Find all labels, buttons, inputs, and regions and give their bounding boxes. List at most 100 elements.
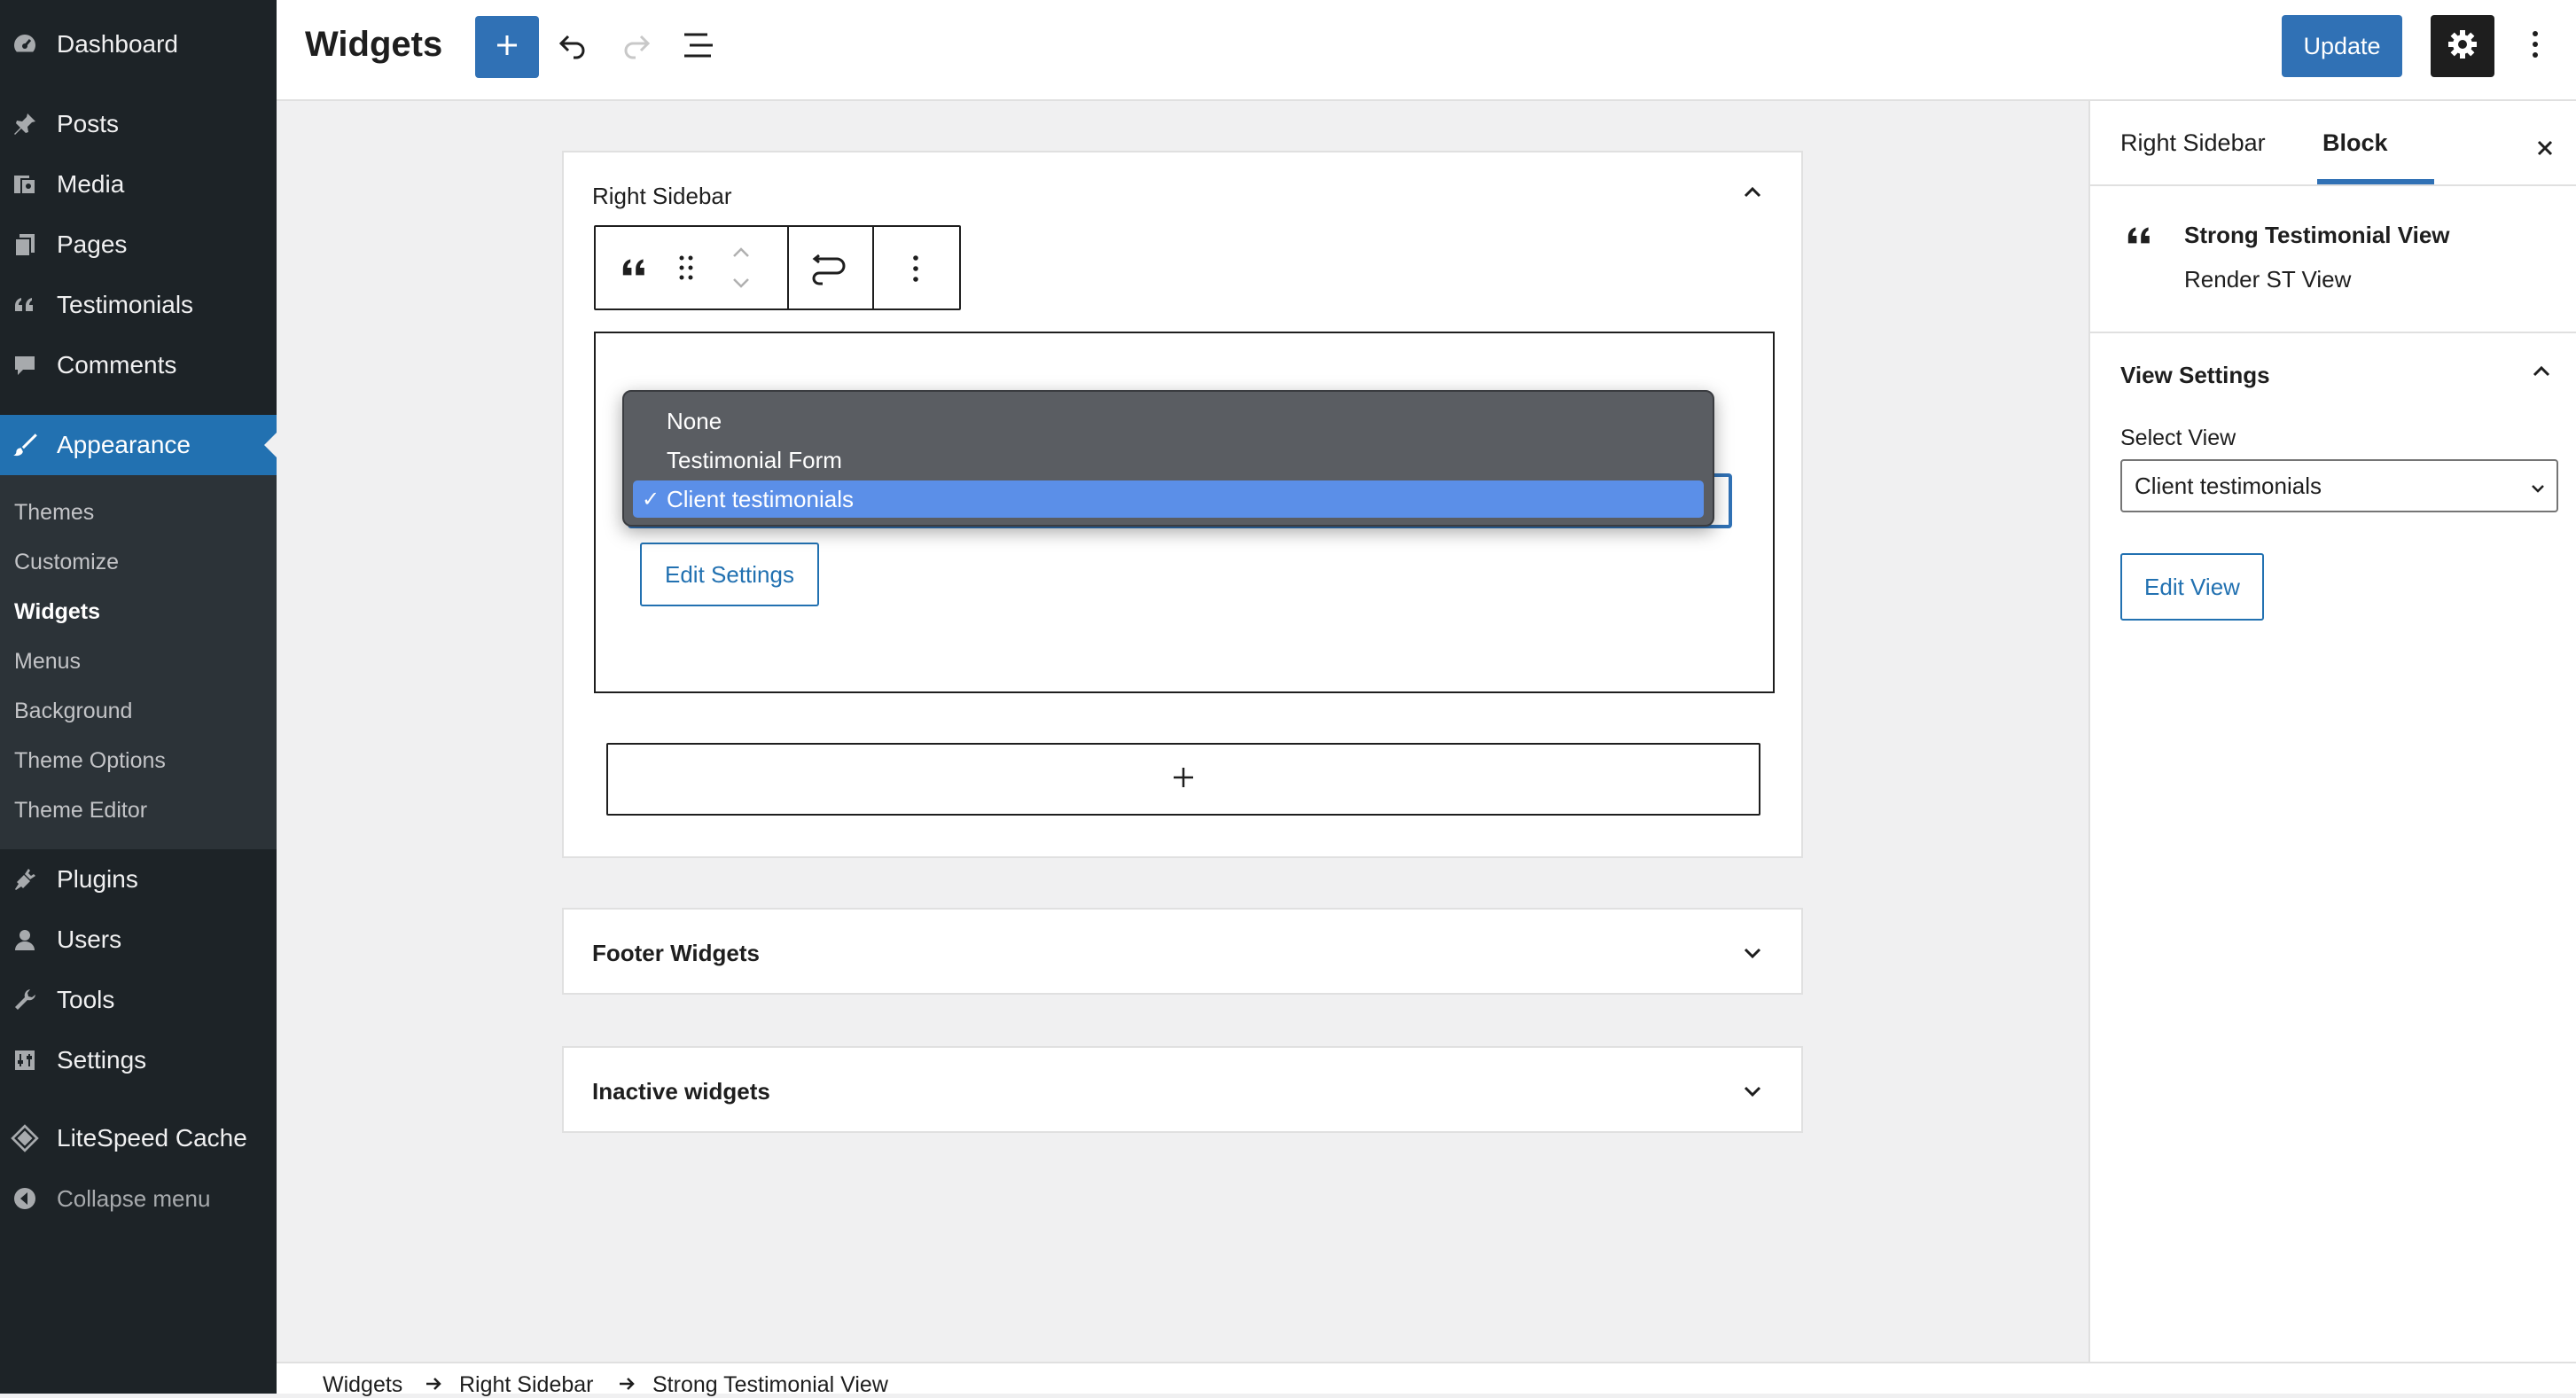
chevron-down-icon[interactable] xyxy=(1739,1078,1766,1105)
divider xyxy=(2090,332,2576,333)
dropdown-option-client-testimonials[interactable]: ✓ Client testimonials xyxy=(633,480,1704,518)
menu-item-litespeed-cache[interactable]: LiteSpeed Cache xyxy=(0,1112,277,1165)
drag-handle-icon[interactable] xyxy=(677,254,695,286)
tab-block[interactable]: Block xyxy=(2322,129,2388,174)
menu-item-users[interactable]: Users xyxy=(0,913,277,966)
gear-icon xyxy=(2447,28,2478,65)
redo-icon xyxy=(620,28,653,66)
submenu-item-customize[interactable]: Customize xyxy=(14,544,119,580)
option-label: None xyxy=(667,407,722,434)
menu-item-settings[interactable]: Settings xyxy=(0,1034,277,1087)
diamond-icon xyxy=(9,1122,41,1154)
comment-icon xyxy=(9,349,41,381)
menu-label: Users xyxy=(57,925,122,953)
menu-item-testimonials[interactable]: Testimonials xyxy=(0,278,277,332)
transform-icon[interactable] xyxy=(803,250,856,290)
menu-label: Comments xyxy=(57,351,177,379)
chevron-down-icon xyxy=(2528,477,2548,504)
pages-icon xyxy=(9,229,41,261)
view-settings-panel-title[interactable]: View Settings xyxy=(2120,362,2270,389)
submenu-item-theme-editor[interactable]: Theme Editor xyxy=(14,793,147,828)
chevron-up-icon[interactable] xyxy=(1739,179,1766,206)
appearance-submenu: Themes Customize Widgets Menus Backgroun… xyxy=(0,475,277,849)
menu-item-dashboard[interactable]: Dashboard xyxy=(0,18,277,71)
tab-right-sidebar[interactable]: Right Sidebar xyxy=(2120,129,2266,174)
chevron-up-icon[interactable] xyxy=(2528,358,2555,389)
quote-icon xyxy=(9,289,41,321)
submenu-item-background[interactable]: Background xyxy=(14,693,132,729)
arrow-right-icon xyxy=(617,1374,636,1394)
select-value: Client testimonials xyxy=(2135,472,2322,499)
user-icon xyxy=(9,924,41,956)
menu-label: Media xyxy=(57,170,125,198)
menu-label: Dashboard xyxy=(57,30,178,58)
close-icon[interactable] xyxy=(2530,133,2560,163)
update-button[interactable]: Update xyxy=(2282,15,2402,77)
edit-settings-button[interactable]: Edit Settings xyxy=(640,543,819,606)
dropdown-option-none[interactable]: None xyxy=(633,402,1704,440)
select-view-dropdown[interactable]: Client testimonials xyxy=(2120,459,2558,512)
menu-item-tools[interactable]: Tools xyxy=(0,973,277,1027)
menu-label: Collapse menu xyxy=(57,1184,211,1212)
widget-area-footer[interactable]: Footer Widgets xyxy=(562,908,1803,995)
breadcrumb-item-right-sidebar[interactable]: Right Sidebar xyxy=(459,1372,593,1398)
block-appender-button[interactable] xyxy=(606,743,1760,816)
block-options-kebab-icon[interactable] xyxy=(911,254,920,288)
page-title: Widgets xyxy=(305,25,443,64)
redo-button[interactable] xyxy=(605,16,668,78)
editor-header: Widgets Update xyxy=(277,0,2576,101)
menu-label: Posts xyxy=(57,110,120,137)
settings-toggle-button[interactable] xyxy=(2431,15,2494,77)
menu-label: LiteSpeed Cache xyxy=(57,1124,247,1152)
checkmark-icon: ✓ xyxy=(642,487,660,512)
menu-item-posts[interactable]: Posts xyxy=(0,98,277,151)
wrench-icon xyxy=(9,984,41,1016)
divider xyxy=(2090,184,2576,186)
menu-item-appearance[interactable]: Appearance xyxy=(0,415,277,475)
breadcrumb-item-widgets[interactable]: Widgets xyxy=(323,1372,402,1398)
block-card-description: Render ST View xyxy=(2184,266,2352,293)
plus-icon xyxy=(1170,764,1197,795)
menu-item-plugins[interactable]: Plugins xyxy=(0,853,277,906)
submenu-item-widgets[interactable]: Widgets xyxy=(14,594,100,629)
plugin-icon xyxy=(9,863,41,895)
undo-button[interactable] xyxy=(541,16,605,78)
quote-block-icon[interactable] xyxy=(619,252,651,288)
submenu-item-theme-options[interactable]: Theme Options xyxy=(14,743,166,778)
menu-item-comments[interactable]: Comments xyxy=(0,339,277,392)
collapse-menu-button[interactable]: Collapse menu xyxy=(0,1172,277,1225)
list-view-button[interactable] xyxy=(667,16,730,78)
block-card-title: Strong Testimonial View xyxy=(2184,222,2450,248)
undo-icon xyxy=(556,28,589,66)
menu-label: Appearance xyxy=(57,431,191,458)
widget-area-title: Right Sidebar xyxy=(592,183,732,209)
edit-view-button[interactable]: Edit View xyxy=(2120,553,2264,621)
chevron-down-icon[interactable] xyxy=(1739,940,1766,966)
brush-icon xyxy=(9,429,41,461)
collapse-arrow-icon xyxy=(9,1183,41,1214)
menu-label: Settings xyxy=(57,1046,147,1074)
menu-item-media[interactable]: Media xyxy=(0,158,277,211)
menu-label: Pages xyxy=(57,230,128,258)
move-up-icon[interactable] xyxy=(729,243,753,267)
dropdown-option-testimonial-form[interactable]: Testimonial Form xyxy=(633,441,1704,479)
view-select-dropdown: None Testimonial Form ✓ Client testimoni… xyxy=(622,390,1714,527)
widget-area-title: Footer Widgets xyxy=(592,940,760,966)
block-breadcrumb: Widgets Right Sidebar Strong Testimonial… xyxy=(277,1362,2576,1397)
widget-area-title: Inactive widgets xyxy=(592,1078,770,1105)
submenu-item-themes[interactable]: Themes xyxy=(14,495,94,530)
move-down-icon[interactable] xyxy=(729,273,753,297)
add-block-button[interactable] xyxy=(475,16,539,78)
submenu-item-menus[interactable]: Menus xyxy=(14,644,81,679)
block-toolbar xyxy=(594,225,961,310)
settings-icon xyxy=(9,1044,41,1076)
more-options-button[interactable] xyxy=(2516,15,2555,77)
menu-label: Plugins xyxy=(57,865,138,893)
menu-item-pages[interactable]: Pages xyxy=(0,218,277,271)
toolbar-separator xyxy=(872,227,874,308)
option-label: Testimonial Form xyxy=(667,446,842,473)
media-icon xyxy=(9,168,41,200)
dashboard-icon xyxy=(9,28,41,60)
breadcrumb-item-strong-testimonial-view[interactable]: Strong Testimonial View xyxy=(652,1372,888,1398)
widget-area-inactive[interactable]: Inactive widgets xyxy=(562,1046,1803,1133)
